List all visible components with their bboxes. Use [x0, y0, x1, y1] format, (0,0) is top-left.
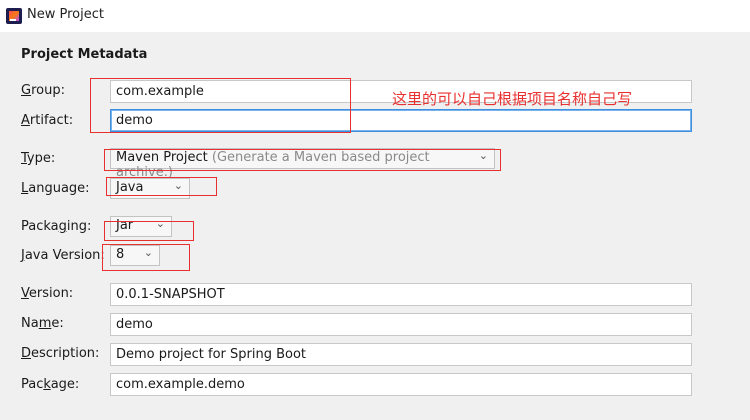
java-version-select-value: 8 — [116, 247, 125, 262]
java-version-label: Java Version: — [21, 248, 105, 263]
packaging-select-value: Jar — [116, 218, 134, 233]
artifact-field[interactable] — [110, 109, 692, 132]
name-label: Name: — [21, 316, 64, 331]
section-title: Project Metadata — [21, 47, 148, 62]
name-field[interactable] — [110, 313, 692, 336]
java-version-select[interactable]: 8 ⌄ — [110, 245, 160, 266]
title-bar: New Project — [0, 0, 750, 32]
artifact-label: Artifact: — [21, 113, 74, 128]
description-label: Description: — [21, 346, 100, 361]
language-label: Language: — [21, 181, 90, 196]
package-label: Package: — [21, 377, 80, 392]
packaging-label: Packaging: — [21, 219, 92, 234]
chevron-down-icon: ⌄ — [173, 179, 183, 192]
chevron-down-icon: ⌄ — [143, 246, 153, 259]
language-select[interactable]: Java ⌄ — [110, 178, 190, 199]
type-label: Type: — [21, 151, 56, 166]
description-field[interactable] — [110, 343, 692, 366]
window-title: New Project — [27, 7, 104, 22]
version-field[interactable] — [110, 283, 692, 306]
type-select-value: Maven Project — [116, 150, 208, 165]
version-label: Version: — [21, 286, 74, 301]
type-select[interactable]: Maven Project (Generate a Maven based pr… — [110, 148, 495, 180]
packaging-select[interactable]: Jar ⌄ — [110, 216, 172, 237]
chevron-down-icon: ⌄ — [155, 217, 165, 230]
intellij-idea-icon — [6, 8, 22, 24]
annotation-text: 这里的可以自己根据项目名称自己写 — [392, 90, 633, 108]
chevron-down-icon: ⌄ — [478, 149, 488, 162]
language-select-value: Java — [116, 180, 144, 195]
package-field[interactable] — [110, 373, 692, 396]
group-label: Group: — [21, 83, 65, 98]
